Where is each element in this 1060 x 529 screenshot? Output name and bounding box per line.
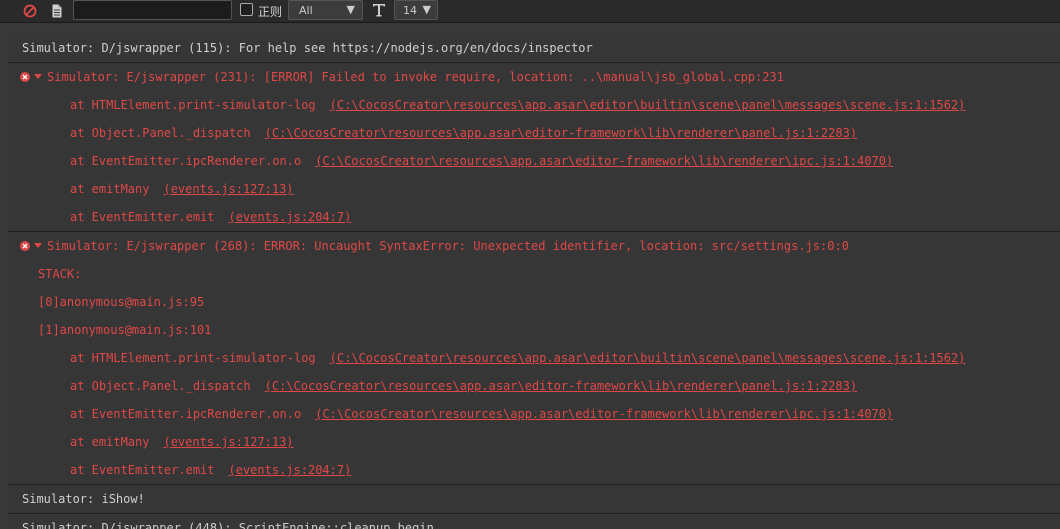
- stack-text: [1]anonymous@main.js:101: [38, 323, 212, 337]
- regex-label: 正则: [258, 5, 283, 19]
- stack-function: at emitMany: [70, 182, 150, 196]
- stack-frame: at EventEmitter.emit (events.js:204:7): [8, 456, 1060, 484]
- font-size-value: 14: [403, 4, 417, 17]
- log-entry: Simulator: D/jswrapper (448): ScriptEngi…: [8, 514, 1060, 529]
- stack-function: at HTMLElement.print-simulator-log: [70, 98, 316, 112]
- search-input[interactable]: [73, 0, 232, 20]
- stack-frame: at emitMany (events.js:127:13): [8, 175, 1060, 203]
- stack-source-link[interactable]: (C:\CocosCreator\resources\app.asar\edit…: [330, 98, 966, 112]
- stack-function: at EventEmitter.ipcRenderer.on.o: [70, 154, 302, 168]
- stack-frame: at EventEmitter.ipcRenderer.on.o (C:\Coco…: [8, 147, 1060, 175]
- stack-frame: at emitMany (events.js:127:13): [8, 428, 1060, 456]
- font-size-icon: [371, 1, 387, 19]
- stack-source-link[interactable]: (C:\CocosCreator\resources\app.asar\edit…: [330, 351, 966, 365]
- error-icon: [20, 71, 30, 82]
- stack-text: [0]anonymous@main.js:95: [38, 295, 205, 309]
- stack-source-link[interactable]: (events.js:204:7): [229, 463, 352, 477]
- log-text: Simulator: iShow!: [22, 492, 145, 506]
- stack-function: at EventEmitter.emit: [70, 210, 215, 224]
- stack-frame: at HTMLElement.print-simulator-log (C:\Co…: [8, 91, 1060, 119]
- log-level-select[interactable]: All ▼: [288, 0, 363, 20]
- log-text: Simulator: D/jswrapper (115): For help s…: [22, 41, 593, 55]
- stack-frame: at HTMLElement.print-simulator-log (C:\Co…: [8, 344, 1060, 372]
- font-size-select[interactable]: 14 ▼: [394, 0, 438, 20]
- stack-source-link[interactable]: (events.js:127:13): [163, 435, 293, 449]
- log-entry-header[interactable]: Simulator: E/jswrapper (268): ERROR: Unc…: [8, 232, 1060, 260]
- stack-frame: at EventEmitter.ipcRenderer.on.o (C:\Coco…: [8, 400, 1060, 428]
- stack-source-link[interactable]: (events.js:204:7): [229, 210, 352, 224]
- log-text: Simulator: E/jswrapper (231): [ERROR] Fa…: [47, 70, 784, 84]
- log-entry: Simulator: iShow!: [8, 485, 1060, 514]
- stack-source-link[interactable]: (C:\CocosCreator\resources\app.asar\edit…: [265, 126, 857, 140]
- caret-down-icon[interactable]: [34, 243, 42, 248]
- chevron-down-icon: ▼: [422, 3, 431, 16]
- stack-source-link[interactable]: (C:\CocosCreator\resources\app.asar\edit…: [315, 407, 893, 421]
- log-entry: Simulator: D/jswrapper (115): For help s…: [8, 34, 1060, 63]
- stack-text: STACK:: [38, 267, 82, 281]
- error-icon: [20, 240, 30, 251]
- log-text: Simulator: D/jswrapper (448): ScriptEngi…: [22, 521, 434, 529]
- stack-source-link[interactable]: (C:\CocosCreator\resources\app.asar\edit…: [315, 154, 893, 168]
- stack-source-link[interactable]: (C:\CocosCreator\resources\app.asar\edit…: [265, 379, 857, 393]
- clear-icon[interactable]: [22, 3, 38, 19]
- caret-down-icon[interactable]: [34, 74, 42, 79]
- stack-source-link[interactable]: (events.js:127:13): [163, 182, 293, 196]
- console-toolbar: 正则 All ▼ 14 ▼: [0, 0, 1060, 23]
- console-log[interactable]: Simulator: D/jswrapper (115): For help s…: [8, 34, 1060, 529]
- chevron-down-icon: ▼: [346, 3, 355, 16]
- regex-checkbox[interactable]: [240, 3, 253, 16]
- log-level-value: All: [299, 4, 313, 17]
- log-entry-error: Simulator: E/jswrapper (231): [ERROR] Fa…: [8, 63, 1060, 232]
- stack-function: at emitMany: [70, 435, 150, 449]
- log-text: Simulator: E/jswrapper (268): ERROR: Unc…: [47, 239, 849, 253]
- document-icon[interactable]: [49, 3, 65, 19]
- stack-function: at Object.Panel._dispatch: [70, 379, 251, 393]
- stack-function: at EventEmitter.ipcRenderer.on.o: [70, 407, 302, 421]
- stack-frame: at EventEmitter.emit (events.js:204:7): [8, 203, 1060, 231]
- stack-function: at EventEmitter.emit: [70, 463, 215, 477]
- stack-function: at HTMLElement.print-simulator-log: [70, 351, 316, 365]
- stack-frame: at Object.Panel._dispatch (C:\CocosCreato…: [8, 119, 1060, 147]
- log-entry-header[interactable]: Simulator: E/jswrapper (231): [ERROR] Fa…: [8, 63, 1060, 91]
- stack-function: at Object.Panel._dispatch: [70, 126, 251, 140]
- stack-frame: at Object.Panel._dispatch (C:\CocosCreato…: [8, 372, 1060, 400]
- log-entry-error: Simulator: E/jswrapper (268): ERROR: Unc…: [8, 232, 1060, 485]
